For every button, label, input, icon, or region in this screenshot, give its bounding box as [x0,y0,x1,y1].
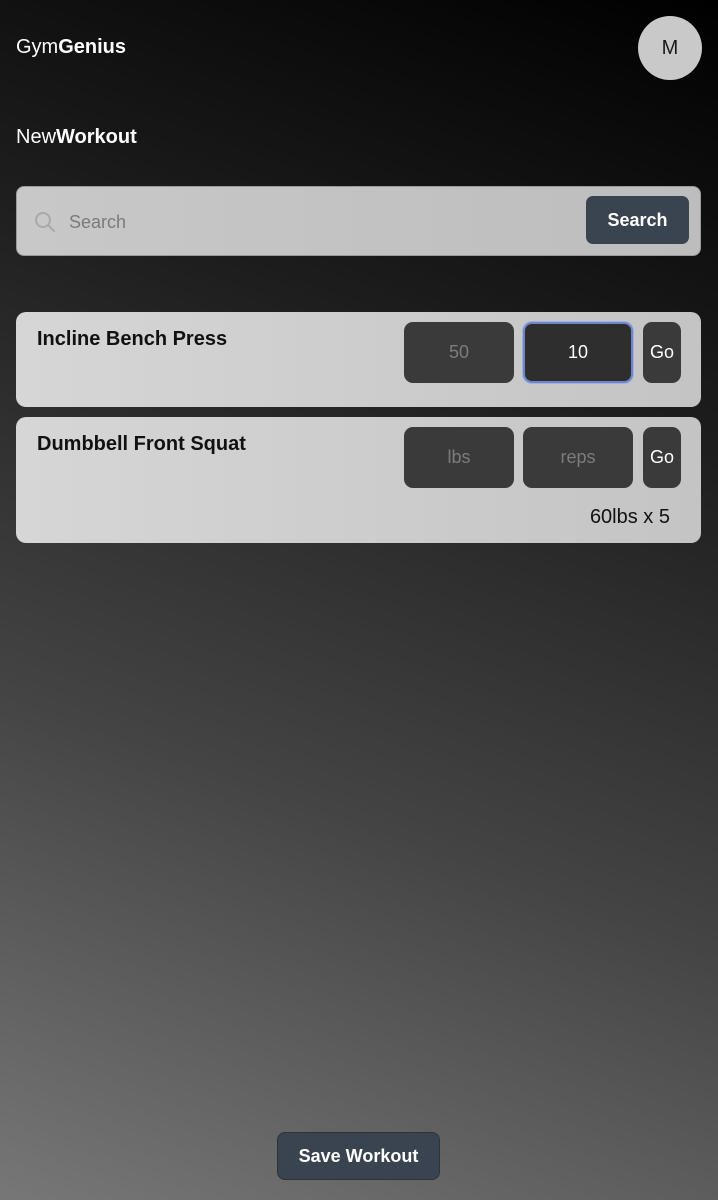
weight-input[interactable] [404,427,514,488]
search-bar: Search [16,186,701,256]
search-icon [33,210,57,234]
avatar-initial: M [661,36,679,59]
save-workout-button[interactable]: Save Workout [277,1132,440,1180]
exercise-card: Dumbbell Front Squat Go 60lbs x 5 [16,417,701,543]
reps-input[interactable] [523,427,633,488]
weight-input[interactable] [404,322,514,383]
brand-logo: GymGenius [16,36,126,59]
page-title-suffix: Workout [56,126,137,148]
reps-input[interactable] [523,322,633,383]
exercise-name: Incline Bench Press [37,328,228,350]
brand-prefix: Gym [16,36,59,58]
page-title-prefix: New [16,126,57,148]
avatar[interactable]: M [638,16,702,80]
search-button[interactable]: Search [586,196,689,244]
page-title: NewWorkout [16,126,137,149]
go-button[interactable]: Go [643,322,681,383]
last-set-summary: 60lbs x 5 [589,506,670,528]
search-input[interactable] [69,201,579,243]
go-button[interactable]: Go [643,427,681,488]
brand-suffix: Genius [58,36,127,58]
exercise-card: Incline Bench Press Go [16,312,701,407]
exercise-name: Dumbbell Front Squat [37,433,246,455]
